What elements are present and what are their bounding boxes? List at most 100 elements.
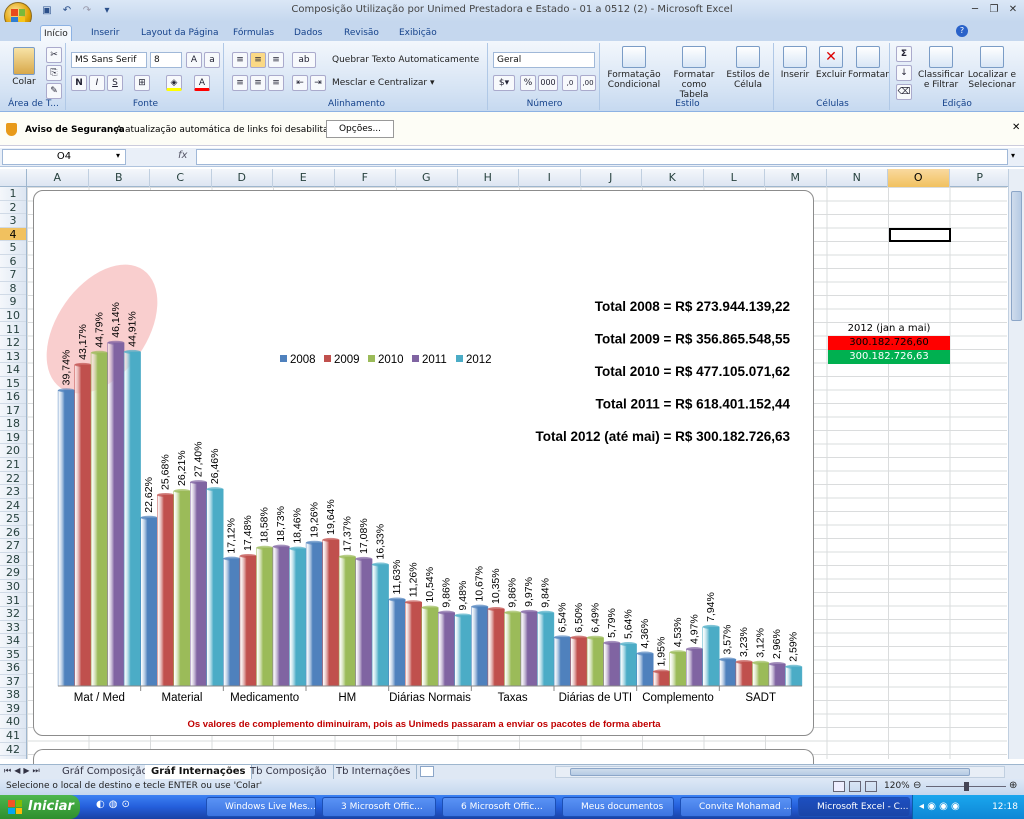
- row-header-27[interactable]: 27: [0, 539, 26, 553]
- zoom-slider-thumb[interactable]: [964, 782, 969, 791]
- undo-icon[interactable]: ↶: [60, 4, 74, 18]
- row-header-15[interactable]: 15: [0, 377, 26, 391]
- minimize-button[interactable]: ─: [966, 3, 984, 17]
- task-convite[interactable]: Convite Mohamad ...: [680, 797, 792, 817]
- column-header-p[interactable]: P: [950, 169, 1011, 187]
- row-header-8[interactable]: 8: [0, 282, 26, 296]
- expand-formula-icon[interactable]: ▾: [1011, 151, 1015, 160]
- paste-button[interactable]: Colar: [6, 47, 42, 87]
- borders-icon[interactable]: ⊞: [134, 75, 150, 91]
- font-name-field[interactable]: MS Sans Serif: [71, 52, 147, 68]
- start-button[interactable]: Iniciar: [0, 795, 80, 819]
- task-microsoft-excel[interactable]: Microsoft Excel - C...: [798, 797, 910, 817]
- conditional-format-button[interactable]: Formatação Condicional: [604, 46, 664, 90]
- decrease-indent-icon[interactable]: ⇤: [292, 75, 308, 91]
- copy-icon[interactable]: ⎘: [46, 65, 62, 81]
- align-top-icon[interactable]: ≡: [232, 52, 248, 68]
- column-header-e[interactable]: E: [273, 169, 335, 187]
- active-cell-o4[interactable]: [889, 228, 951, 242]
- fx-icon[interactable]: fx: [178, 150, 187, 161]
- row-header-38[interactable]: 38: [0, 688, 26, 702]
- tab-dados[interactable]: Dados: [291, 25, 325, 41]
- column-header-a[interactable]: A: [27, 169, 89, 187]
- horizontal-scroll-thumb[interactable]: [570, 768, 970, 776]
- row-header-19[interactable]: 19: [0, 431, 26, 445]
- zoom-out-icon[interactable]: ⊖: [913, 780, 921, 791]
- cut-icon[interactable]: ✂: [46, 47, 62, 63]
- row-header-39[interactable]: 39: [0, 702, 26, 716]
- column-header-f[interactable]: F: [335, 169, 396, 187]
- row-header-17[interactable]: 17: [0, 404, 26, 418]
- row-header-13[interactable]: 13: [0, 350, 26, 364]
- select-all-corner[interactable]: [0, 169, 27, 187]
- align-left-icon[interactable]: ≡: [232, 75, 248, 91]
- row-header-16[interactable]: 16: [0, 390, 26, 404]
- italic-button[interactable]: I: [89, 75, 105, 91]
- row-header-20[interactable]: 20: [0, 444, 26, 458]
- row-header-23[interactable]: 23: [0, 485, 26, 499]
- vertical-scrollbar[interactable]: [1008, 169, 1024, 759]
- decrease-decimal-icon[interactable]: ,00: [580, 75, 596, 91]
- column-header-c[interactable]: C: [150, 169, 212, 187]
- row-header-34[interactable]: 34: [0, 634, 26, 648]
- row-header-14[interactable]: 14: [0, 363, 26, 377]
- tab-inicio[interactable]: Início: [40, 25, 72, 41]
- clear-icon[interactable]: ⌫: [896, 84, 912, 100]
- row-header-31[interactable]: 31: [0, 594, 26, 607]
- page-break-icon[interactable]: [865, 781, 877, 792]
- increase-indent-icon[interactable]: ⇥: [310, 75, 326, 91]
- row-header-2[interactable]: 2: [0, 201, 26, 215]
- row-header-12[interactable]: 12: [0, 336, 26, 350]
- zoom-level[interactable]: 120%: [884, 781, 910, 791]
- thousands-button[interactable]: 000: [538, 75, 558, 91]
- row-header-42[interactable]: 42: [0, 743, 26, 757]
- row-header-24[interactable]: 24: [0, 499, 26, 513]
- column-header-k[interactable]: K: [642, 169, 704, 187]
- zoom-in-icon[interactable]: ⊕: [1009, 780, 1017, 791]
- format-table-button[interactable]: Formatar como Tabela: [666, 46, 722, 100]
- column-header-b[interactable]: B: [89, 169, 150, 187]
- orientation-icon[interactable]: ab: [292, 52, 316, 68]
- fill-color-icon[interactable]: ◈: [166, 75, 182, 91]
- chart-area[interactable]: 39,74% 43,17% 44,79% 46,14% 44,91% Mat / Med 2…: [33, 190, 814, 736]
- row-header-29[interactable]: 29: [0, 566, 26, 580]
- wrap-text-button[interactable]: Quebrar Texto Automaticamente: [332, 55, 479, 65]
- task-windows-live[interactable]: Windows Live Mes...: [206, 797, 316, 817]
- font-size-field[interactable]: 8: [150, 52, 182, 68]
- quick-launch-icons[interactable]: ◐◍⊙: [96, 799, 134, 810]
- fill-icon[interactable]: ↓: [896, 65, 912, 81]
- row-header-11[interactable]: 11: [0, 323, 26, 336]
- column-header-j[interactable]: J: [581, 169, 642, 187]
- page-layout-icon[interactable]: [849, 781, 861, 792]
- restore-button[interactable]: ❐: [985, 3, 1003, 17]
- sheet-tab-tb-internacoes[interactable]: Tb Internações: [330, 765, 418, 779]
- close-button[interactable]: ✕: [1004, 3, 1022, 17]
- name-box-dropdown-icon[interactable]: ▾: [116, 151, 120, 160]
- autosum-button[interactable]: Σ: [896, 46, 912, 62]
- underline-button[interactable]: S: [107, 75, 123, 91]
- column-header-l[interactable]: L: [704, 169, 765, 187]
- cell-n12-red[interactable]: 300.182.726,60: [828, 336, 950, 350]
- tab-inserir[interactable]: Inserir: [88, 25, 123, 41]
- row-header-30[interactable]: 30: [0, 580, 26, 594]
- close-security-icon[interactable]: ✕: [1012, 122, 1020, 133]
- sort-filter-button[interactable]: Classificar e Filtrar: [918, 46, 964, 90]
- row-header-35[interactable]: 35: [0, 648, 26, 662]
- cell-n13-green[interactable]: 300.182.726,63: [828, 350, 950, 364]
- row-header-25[interactable]: 25: [0, 512, 26, 526]
- row-header-7[interactable]: 7: [0, 268, 26, 282]
- format-cells-button[interactable]: Formatar: [848, 46, 889, 80]
- row-header-40[interactable]: 40: [0, 715, 26, 729]
- grow-font-icon[interactable]: A: [186, 52, 202, 68]
- shrink-font-icon[interactable]: a: [204, 52, 220, 68]
- row-header-9[interactable]: 9: [0, 295, 26, 309]
- help-icon[interactable]: ?: [956, 25, 968, 37]
- task-microsoft-office-3[interactable]: 3 Microsoft Offic...: [322, 797, 436, 817]
- tab-revisao[interactable]: Revisão: [341, 25, 382, 41]
- column-header-i[interactable]: I: [519, 169, 581, 187]
- row-header-18[interactable]: 18: [0, 417, 26, 431]
- row-header-37[interactable]: 37: [0, 675, 26, 689]
- find-select-button[interactable]: Localizar e Selecionar: [966, 46, 1018, 90]
- tab-exibicao[interactable]: Exibição: [396, 25, 440, 41]
- sheet-tab-graf-composicao[interactable]: Gráf Composição: [56, 765, 155, 779]
